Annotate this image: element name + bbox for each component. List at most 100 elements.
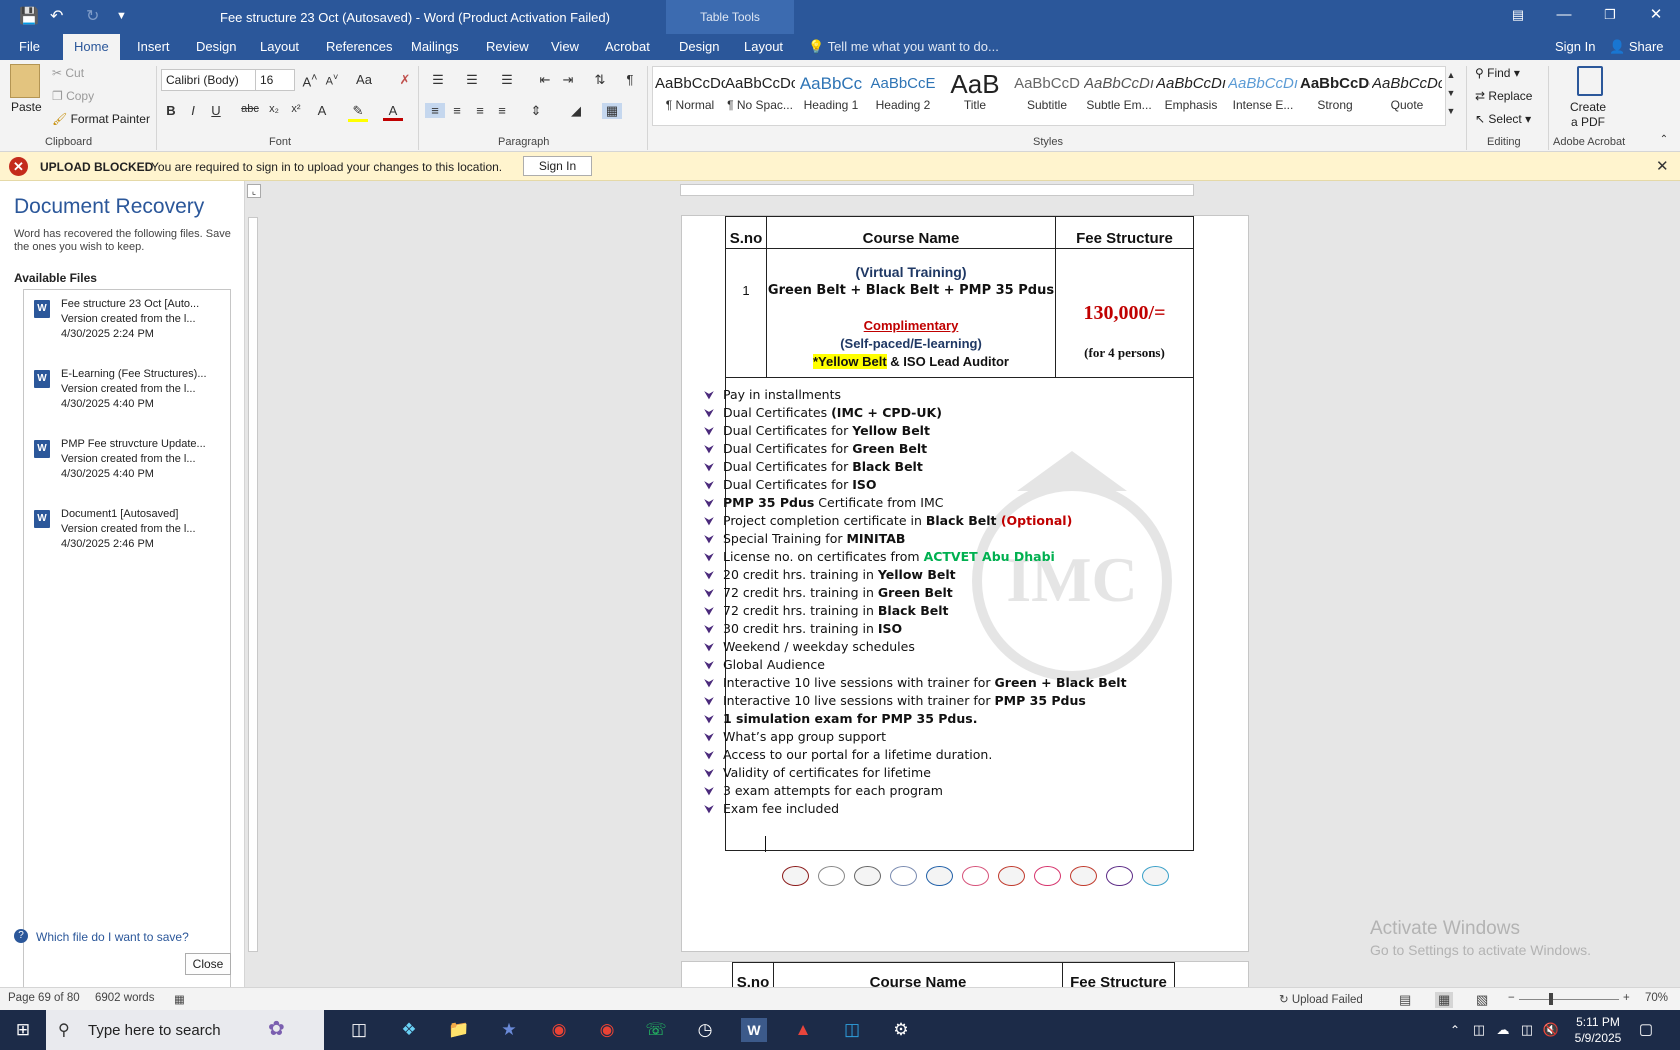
highlight-icon[interactable]: ✎ bbox=[348, 103, 368, 122]
task-view-icon[interactable]: ◫ bbox=[346, 1018, 372, 1042]
word-count[interactable]: 6902 words bbox=[95, 992, 154, 1004]
whatsapp-icon[interactable]: ☏ bbox=[643, 1018, 669, 1042]
shading-icon[interactable]: ◢ bbox=[566, 103, 586, 119]
style-no-spacing[interactable]: AaBbCcDc ¶ No Spac... bbox=[725, 70, 795, 122]
zoom-out-icon[interactable]: − bbox=[1508, 992, 1515, 1004]
message-sign-in-button[interactable]: Sign In bbox=[523, 156, 592, 176]
bold-icon[interactable]: B bbox=[161, 103, 181, 118]
change-case-icon[interactable]: Aa bbox=[354, 72, 374, 87]
windows-start-icon[interactable]: ⊞ bbox=[10, 1018, 36, 1042]
tab-mailings[interactable]: Mailings bbox=[411, 39, 459, 54]
tab-table-design[interactable]: Design bbox=[679, 39, 719, 54]
borders-icon[interactable]: ▦ bbox=[602, 103, 622, 119]
tab-acrobat[interactable]: Acrobat bbox=[605, 39, 650, 54]
page-count[interactable]: Page 69 of 80 bbox=[8, 992, 80, 1004]
text-effects-icon[interactable]: A bbox=[312, 103, 332, 118]
font-color-icon[interactable]: A bbox=[383, 103, 403, 121]
onedrive-icon[interactable]: ☁ bbox=[1490, 1018, 1516, 1042]
zoom-slider-thumb[interactable] bbox=[1549, 993, 1553, 1005]
cut-button[interactable]: ✂ Cut bbox=[52, 66, 84, 80]
recovery-file-item[interactable]: W E-Learning (Fee Structures)... Version… bbox=[24, 364, 230, 430]
redo-icon[interactable]: ↻ bbox=[86, 6, 99, 26]
word-taskbar-icon[interactable]: W bbox=[741, 1018, 767, 1042]
document-canvas[interactable]: ⌞ IMC S.no Course Name Fee Structure 1 (… bbox=[246, 181, 1680, 987]
subscript-icon[interactable]: x₂ bbox=[264, 103, 284, 115]
store-icon[interactable]: ◫ bbox=[839, 1018, 865, 1042]
create-pdf-icon[interactable] bbox=[1577, 66, 1603, 96]
align-left-icon[interactable]: ≡ bbox=[425, 103, 445, 118]
superscript-icon[interactable]: x² bbox=[286, 103, 306, 115]
tab-file[interactable]: File bbox=[19, 39, 40, 54]
style-intense-emphasis[interactable]: AaBbCcDı Intense E... bbox=[1228, 70, 1298, 122]
close-icon[interactable]: ✕ bbox=[1656, 157, 1669, 175]
tab-design[interactable]: Design bbox=[196, 39, 236, 54]
minimize-button[interactable]: — bbox=[1541, 0, 1587, 30]
select-button[interactable]: ↖ Select ▾ bbox=[1475, 112, 1531, 126]
format-painter-button[interactable]: 🖌 Format Painter bbox=[52, 112, 150, 126]
tab-home[interactable]: Home bbox=[63, 34, 120, 60]
decrease-indent-icon[interactable]: ⇤ bbox=[535, 72, 555, 88]
justify-icon[interactable]: ≡ bbox=[492, 103, 512, 118]
taskbar-search-box[interactable]: ⚲ Type here to search ✿ bbox=[46, 1010, 324, 1050]
close-button[interactable]: ✕ bbox=[1633, 0, 1679, 30]
underline-icon[interactable]: U bbox=[206, 103, 226, 118]
line-spacing-icon[interactable]: ⇕ bbox=[526, 103, 546, 119]
tab-view[interactable]: View bbox=[551, 39, 579, 54]
tab-review[interactable]: Review bbox=[486, 39, 529, 54]
recovery-file-item[interactable]: W PMP Fee struvcture Update... Version c… bbox=[24, 434, 230, 500]
recovery-file-item[interactable]: W Document1 [Autosaved] Version created … bbox=[24, 504, 230, 570]
share-button[interactable]: 👤 Share bbox=[1609, 39, 1664, 55]
style-subtitle[interactable]: AaBbCcD Subtitle bbox=[1012, 70, 1082, 122]
undo-icon[interactable]: ↶ bbox=[50, 6, 63, 26]
zoom-slider[interactable] bbox=[1519, 999, 1619, 1000]
volume-mute-icon[interactable]: 🔇 bbox=[1538, 1018, 1564, 1042]
read-mode-icon[interactable]: ▤ bbox=[1399, 992, 1411, 1008]
numbering-icon[interactable]: ☰ bbox=[462, 72, 482, 88]
recovery-file-item[interactable]: W Fee structure 23 Oct [Auto... Version … bbox=[24, 294, 230, 360]
style-emphasis[interactable]: AaBbCcDı Emphasis bbox=[1156, 70, 1226, 122]
italic-icon[interactable]: I bbox=[183, 103, 203, 118]
replace-button[interactable]: ⇄ Replace bbox=[1475, 89, 1532, 103]
shrink-font-icon[interactable]: A˅ bbox=[322, 72, 342, 88]
chrome-icon[interactable]: ◉ bbox=[546, 1018, 572, 1042]
styles-more-icon[interactable]: ▼ bbox=[1441, 106, 1461, 116]
style-title[interactable]: AaB Title bbox=[940, 70, 1010, 122]
proofing-icon[interactable]: ▦ bbox=[174, 992, 185, 1006]
style-heading-1[interactable]: AaBbCc Heading 1 bbox=[796, 70, 866, 122]
customize-toolbar-icon[interactable]: ▼ bbox=[116, 10, 127, 22]
tab-insert[interactable]: Insert bbox=[137, 39, 170, 54]
style-heading-2[interactable]: AaBbCcE Heading 2 bbox=[868, 70, 938, 122]
tab-references[interactable]: References bbox=[326, 39, 392, 54]
meet-now-icon[interactable]: ◫ bbox=[1466, 1018, 1492, 1042]
find-button[interactable]: ⚲ Find ▾ bbox=[1475, 66, 1520, 80]
styles-scroll-down-icon[interactable]: ▼ bbox=[1441, 88, 1461, 98]
tell-me-search[interactable]: 💡 Tell me what you want to do... bbox=[808, 39, 999, 55]
upload-failed-status[interactable]: ↻ Upload Failed bbox=[1279, 992, 1363, 1006]
align-right-icon[interactable]: ≡ bbox=[470, 103, 490, 118]
acrobat-icon[interactable]: ▲ bbox=[790, 1018, 816, 1042]
tab-table-layout[interactable]: Layout bbox=[744, 39, 783, 54]
clear-formatting-icon[interactable]: ✗ bbox=[395, 72, 415, 88]
create-pdf-line1[interactable]: Create bbox=[1570, 100, 1606, 114]
save-icon[interactable]: 💾 bbox=[19, 6, 39, 26]
restore-button[interactable]: ❐ bbox=[1587, 0, 1633, 30]
style-quote[interactable]: AaBbCcDc Quote bbox=[1372, 70, 1442, 122]
font-family-combo[interactable]: Calibri (Body) bbox=[161, 69, 257, 91]
collapse-ribbon-icon[interactable]: ⌃ bbox=[1654, 134, 1674, 145]
copilot-icon[interactable]: ❖ bbox=[396, 1018, 422, 1042]
notifications-icon[interactable]: ▢ bbox=[1633, 1018, 1659, 1042]
taskbar-clock[interactable]: 5:11 PM 5/9/2025 bbox=[1567, 1014, 1629, 1046]
which-file-help-link[interactable]: Which file do I want to save? bbox=[36, 930, 189, 944]
strikethrough-icon[interactable]: abc bbox=[240, 103, 260, 115]
zoom-level[interactable]: 70% bbox=[1645, 992, 1668, 1004]
align-center-icon[interactable]: ≡ bbox=[447, 103, 467, 118]
clock-app-icon[interactable]: ◷ bbox=[692, 1018, 718, 1042]
chrome-profile-icon[interactable]: ◉ bbox=[594, 1018, 620, 1042]
print-layout-icon[interactable]: ▦ bbox=[1435, 992, 1454, 1008]
tab-layout[interactable]: Layout bbox=[260, 39, 299, 54]
ribbon-display-options-icon[interactable]: ▤ bbox=[1495, 0, 1541, 30]
network-icon[interactable]: ◫ bbox=[1514, 1018, 1540, 1042]
paste-button[interactable]: Paste bbox=[11, 100, 42, 114]
bullets-icon[interactable]: ☰ bbox=[428, 72, 448, 88]
font-size-combo[interactable]: 16 bbox=[255, 69, 295, 91]
